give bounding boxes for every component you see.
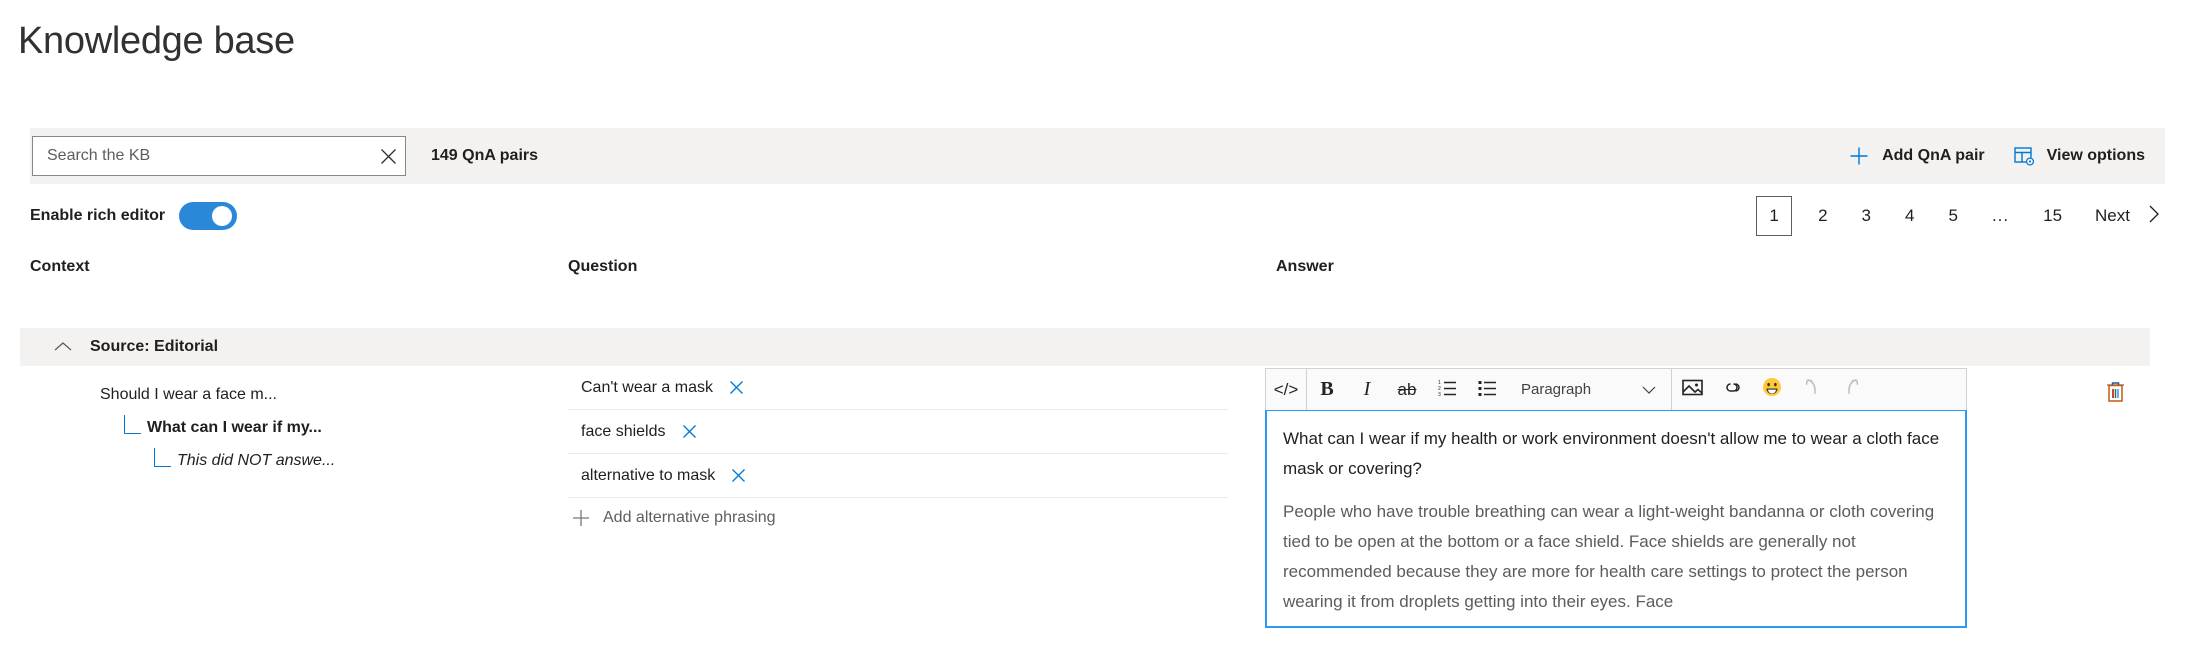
code-view-button[interactable]: </> bbox=[1266, 369, 1306, 410]
search-box[interactable] bbox=[32, 136, 406, 176]
italic-button[interactable]: I bbox=[1347, 369, 1387, 410]
command-bar-actions: Add QnA pair View options bbox=[1834, 134, 2165, 178]
plus-icon bbox=[1848, 145, 1870, 167]
page-title: Knowledge base bbox=[18, 20, 295, 62]
remove-phrase-icon[interactable] bbox=[730, 467, 747, 484]
delete-qna-pair-button[interactable] bbox=[2095, 374, 2135, 414]
strikethrough-icon: ab bbox=[1397, 379, 1417, 399]
search-clear-icon[interactable] bbox=[371, 138, 405, 174]
page-ellipsis: ... bbox=[1991, 206, 2010, 225]
image-icon bbox=[1681, 378, 1703, 402]
chevron-down-icon bbox=[1641, 385, 1671, 395]
insert-link-button[interactable] bbox=[1712, 369, 1752, 410]
tree-elbow-icon bbox=[124, 415, 141, 434]
context-node-child[interactable]: This did NOT answe... bbox=[100, 444, 335, 477]
question-phrase-text: face shields bbox=[581, 422, 666, 440]
question-phrase-item[interactable]: alternative to mask bbox=[568, 454, 1228, 498]
source-group-label: Source: Editorial bbox=[90, 338, 219, 355]
add-qna-pair-button[interactable]: Add QnA pair bbox=[1834, 134, 1999, 178]
add-alternative-phrasing-label: Add alternative phrasing bbox=[603, 509, 776, 526]
link-icon bbox=[1722, 378, 1743, 402]
column-header-context: Context bbox=[30, 258, 90, 275]
answer-paragraph-title: What can I wear if my health or work env… bbox=[1283, 429, 1940, 478]
search-input[interactable] bbox=[33, 138, 371, 174]
question-phrase-text: alternative to mask bbox=[581, 466, 716, 484]
redo-button[interactable] bbox=[1832, 369, 1872, 410]
chevron-up-icon[interactable] bbox=[52, 339, 74, 355]
trash-icon bbox=[2105, 380, 2126, 408]
rich-editor-toggle-row: Enable rich editor bbox=[30, 202, 238, 230]
context-tree: Should I wear a face m... What can I wea… bbox=[100, 378, 335, 477]
answer-rich-editor: </> B I ab 1 2 3 Paragraph What can I we… bbox=[1265, 368, 1967, 628]
strikethrough-button[interactable]: ab bbox=[1387, 369, 1427, 410]
next-page-label: Next bbox=[2095, 206, 2130, 225]
context-node-parent[interactable]: Should I wear a face m... bbox=[100, 378, 335, 411]
emoji-icon bbox=[1762, 377, 1782, 402]
next-page-button[interactable]: Next bbox=[2095, 203, 2164, 230]
numbered-list-button[interactable]: 1 2 3 bbox=[1427, 369, 1467, 410]
tree-elbow-icon bbox=[154, 448, 171, 467]
paragraph-style-select[interactable]: Paragraph bbox=[1507, 369, 1671, 410]
page-button-2[interactable]: 2 bbox=[1810, 196, 1835, 236]
question-column: Can't wear a mask face shields alternati… bbox=[568, 366, 1228, 538]
plus-icon bbox=[571, 508, 591, 528]
view-options-button[interactable]: View options bbox=[1999, 134, 2159, 178]
pagination: 1 2 3 4 5 ... 15 Next bbox=[1747, 196, 2164, 236]
page-button-15[interactable]: 15 bbox=[2035, 196, 2070, 236]
insert-image-button[interactable] bbox=[1672, 369, 1712, 410]
undo-button[interactable] bbox=[1792, 369, 1832, 410]
undo-icon bbox=[1802, 377, 1822, 402]
question-phrase-text: Can't wear a mask bbox=[581, 378, 713, 396]
italic-icon: I bbox=[1363, 378, 1371, 400]
toggle-knob bbox=[212, 206, 233, 226]
context-node-label: This did NOT answe... bbox=[177, 451, 336, 469]
answer-paragraph-body: People who have trouble breathing can we… bbox=[1283, 502, 1935, 611]
editor-toolbar: </> B I ab 1 2 3 Paragraph bbox=[1265, 368, 1967, 410]
page-button-1[interactable]: 1 bbox=[1756, 196, 1793, 236]
page-button-3[interactable]: 3 bbox=[1854, 196, 1879, 236]
bold-button[interactable]: B bbox=[1307, 369, 1347, 410]
answer-editor-content[interactable]: What can I wear if my health or work env… bbox=[1265, 410, 1967, 628]
context-node-label: What can I wear if my... bbox=[147, 418, 322, 436]
numbered-list-icon: 1 2 3 bbox=[1438, 378, 1457, 402]
column-header-answer: Answer bbox=[1276, 258, 1334, 275]
source-group-row[interactable]: Source: Editorial bbox=[20, 328, 2150, 366]
question-phrase-item[interactable]: Can't wear a mask bbox=[568, 366, 1228, 410]
table-header-row: Context Question Answer bbox=[0, 258, 2192, 292]
add-alternative-phrasing-button[interactable]: Add alternative phrasing bbox=[568, 498, 1228, 538]
add-qna-pair-label: Add QnA pair bbox=[1882, 147, 1985, 164]
paragraph-style-value: Paragraph bbox=[1521, 381, 1592, 398]
bold-icon: B bbox=[1320, 378, 1334, 400]
context-node-label: Should I wear a face m... bbox=[100, 385, 277, 403]
view-options-label: View options bbox=[2046, 147, 2145, 164]
table-settings-icon bbox=[2013, 145, 2035, 167]
code-icon: </> bbox=[1273, 379, 1299, 399]
question-phrase-item[interactable]: face shields bbox=[568, 410, 1228, 454]
redo-icon bbox=[1842, 377, 1862, 402]
page-button-4[interactable]: 4 bbox=[1897, 196, 1922, 236]
remove-phrase-icon[interactable] bbox=[681, 423, 698, 440]
command-bar: 149 QnA pairs Add QnA pair View optio bbox=[30, 128, 2165, 184]
rich-editor-label: Enable rich editor bbox=[30, 207, 166, 224]
page-button-5[interactable]: 5 bbox=[1940, 196, 1965, 236]
column-header-question: Question bbox=[568, 258, 638, 275]
rich-editor-toggle[interactable] bbox=[179, 202, 238, 230]
context-node-current[interactable]: What can I wear if my... bbox=[100, 411, 335, 444]
qna-pairs-count: 149 QnA pairs bbox=[431, 147, 539, 164]
insert-emoji-button[interactable] bbox=[1752, 369, 1792, 410]
svg-text:3: 3 bbox=[1438, 392, 1441, 397]
sub-bar: Enable rich editor 1 2 3 4 5 ... 15 Next bbox=[0, 196, 2192, 244]
bulleted-list-icon bbox=[1478, 378, 1497, 402]
bulleted-list-button[interactable] bbox=[1467, 369, 1507, 410]
chevron-right-icon bbox=[2146, 203, 2162, 230]
remove-phrase-icon[interactable] bbox=[728, 379, 745, 396]
